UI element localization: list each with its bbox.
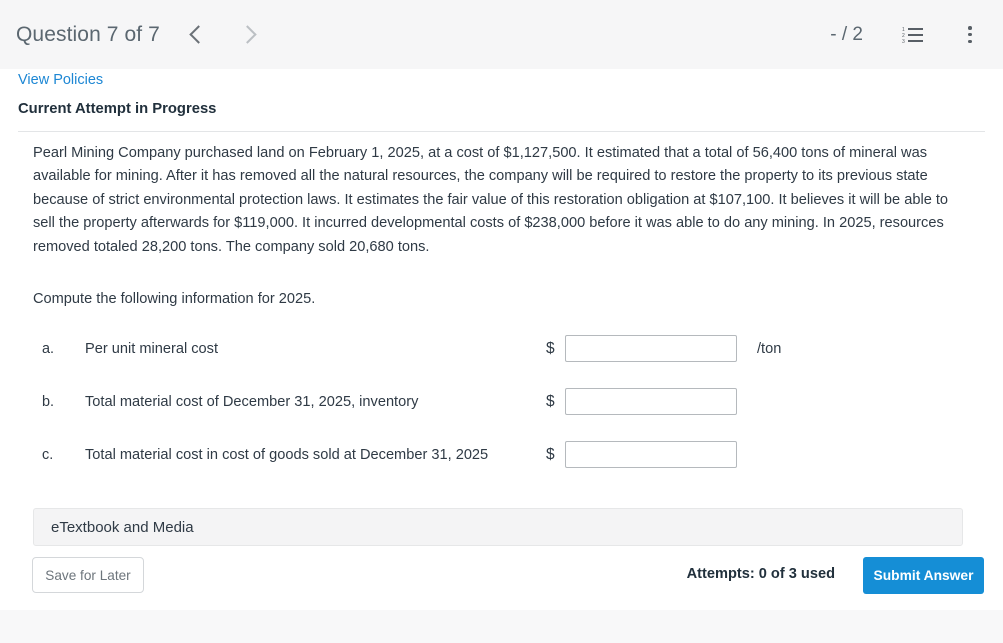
previous-question-button[interactable] — [180, 18, 214, 52]
submit-answer-button[interactable]: Submit Answer — [863, 557, 984, 594]
problem-statement: Pearl Mining Company purchased land on F… — [33, 145, 949, 255]
view-policies-link[interactable]: View Policies — [18, 72, 103, 88]
next-question-button[interactable] — [233, 18, 267, 52]
etextbook-and-media-bar[interactable]: eTextbook and Media — [33, 508, 963, 546]
answer-prompt-c: Total material cost in cost of goods sol… — [85, 446, 489, 463]
unit-label-a: /ton — [757, 340, 782, 357]
answer-prompt-b: Total material cost of December 31, 2025… — [85, 393, 419, 410]
answer-label-a: a. — [42, 340, 55, 357]
answer-label-c: c. — [42, 446, 54, 463]
attempts-counter: Attempts: 0 of 3 used — [686, 566, 835, 582]
header-actions: - / 2 1 2 3 — [830, 20, 985, 50]
question-page: Question 7 of 7 - / 2 1 2 3 View Policie… — [0, 0, 1003, 643]
answer-rows: a. Per unit mineral cost $ /ton b. Total… — [0, 322, 1003, 481]
chevron-right-icon — [238, 25, 258, 44]
currency-symbol-a: $ — [546, 339, 555, 357]
answer-row-b: b. Total material cost of December 31, 2… — [0, 375, 1003, 428]
svg-text:3: 3 — [902, 39, 905, 43]
question-list-button[interactable]: 1 2 3 — [897, 20, 927, 50]
answer-input-a[interactable] — [565, 335, 737, 362]
instruction-text: Compute the following information for 20… — [33, 291, 316, 308]
footer-actions: Save for Later Attempts: 0 of 3 used Sub… — [0, 557, 1003, 607]
question-header: Question 7 of 7 - / 2 1 2 3 — [0, 0, 1003, 69]
answer-input-c[interactable] — [565, 441, 737, 468]
answer-row-c: c. Total material cost in cost of goods … — [0, 428, 1003, 481]
question-navigation — [180, 18, 267, 52]
chevron-left-icon — [189, 25, 209, 44]
section-divider — [18, 131, 985, 132]
attempt-status-heading: Current Attempt in Progress — [18, 101, 217, 117]
answer-prompt-a: Per unit mineral cost — [85, 340, 219, 357]
numbered-list-icon: 1 2 3 — [902, 27, 923, 43]
currency-symbol-c: $ — [546, 445, 555, 463]
page-title: Question 7 of 7 — [16, 22, 160, 46]
question-body: Pearl Mining Company purchased land on F… — [33, 142, 961, 311]
answer-row-a: a. Per unit mineral cost $ /ton — [0, 322, 1003, 375]
etextbook-label: eTextbook and Media — [51, 518, 194, 536]
currency-symbol-b: $ — [546, 392, 555, 410]
score-display: - / 2 — [830, 23, 863, 45]
answer-label-b: b. — [42, 393, 55, 410]
answer-input-b[interactable] — [565, 388, 737, 415]
more-vertical-icon — [968, 26, 972, 43]
save-for-later-button[interactable]: Save for Later — [32, 557, 144, 593]
more-options-button[interactable] — [955, 20, 985, 50]
question-card: View Policies Current Attempt in Progres… — [0, 69, 1003, 610]
